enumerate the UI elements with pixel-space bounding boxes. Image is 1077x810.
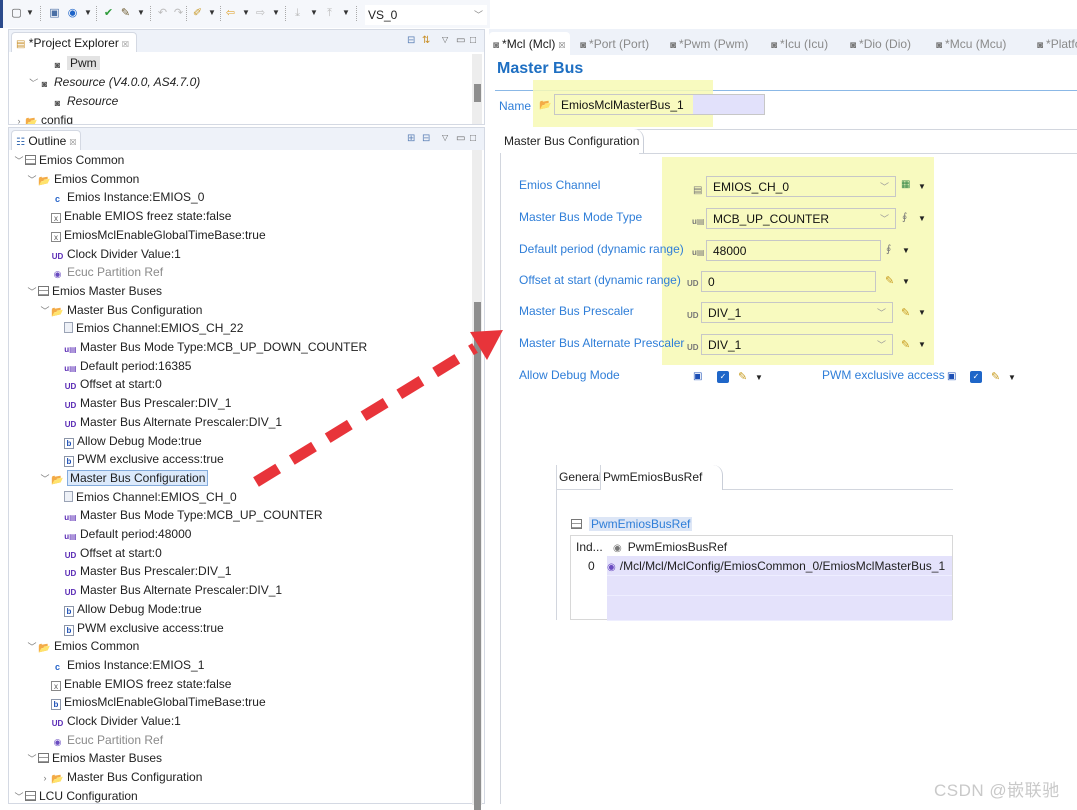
arrow-dashed-line bbox=[253, 343, 478, 487]
watermark: CSDN @嵌联驰 bbox=[934, 781, 1060, 800]
arrow-head bbox=[470, 330, 503, 360]
annotation-arrow bbox=[253, 330, 503, 487]
